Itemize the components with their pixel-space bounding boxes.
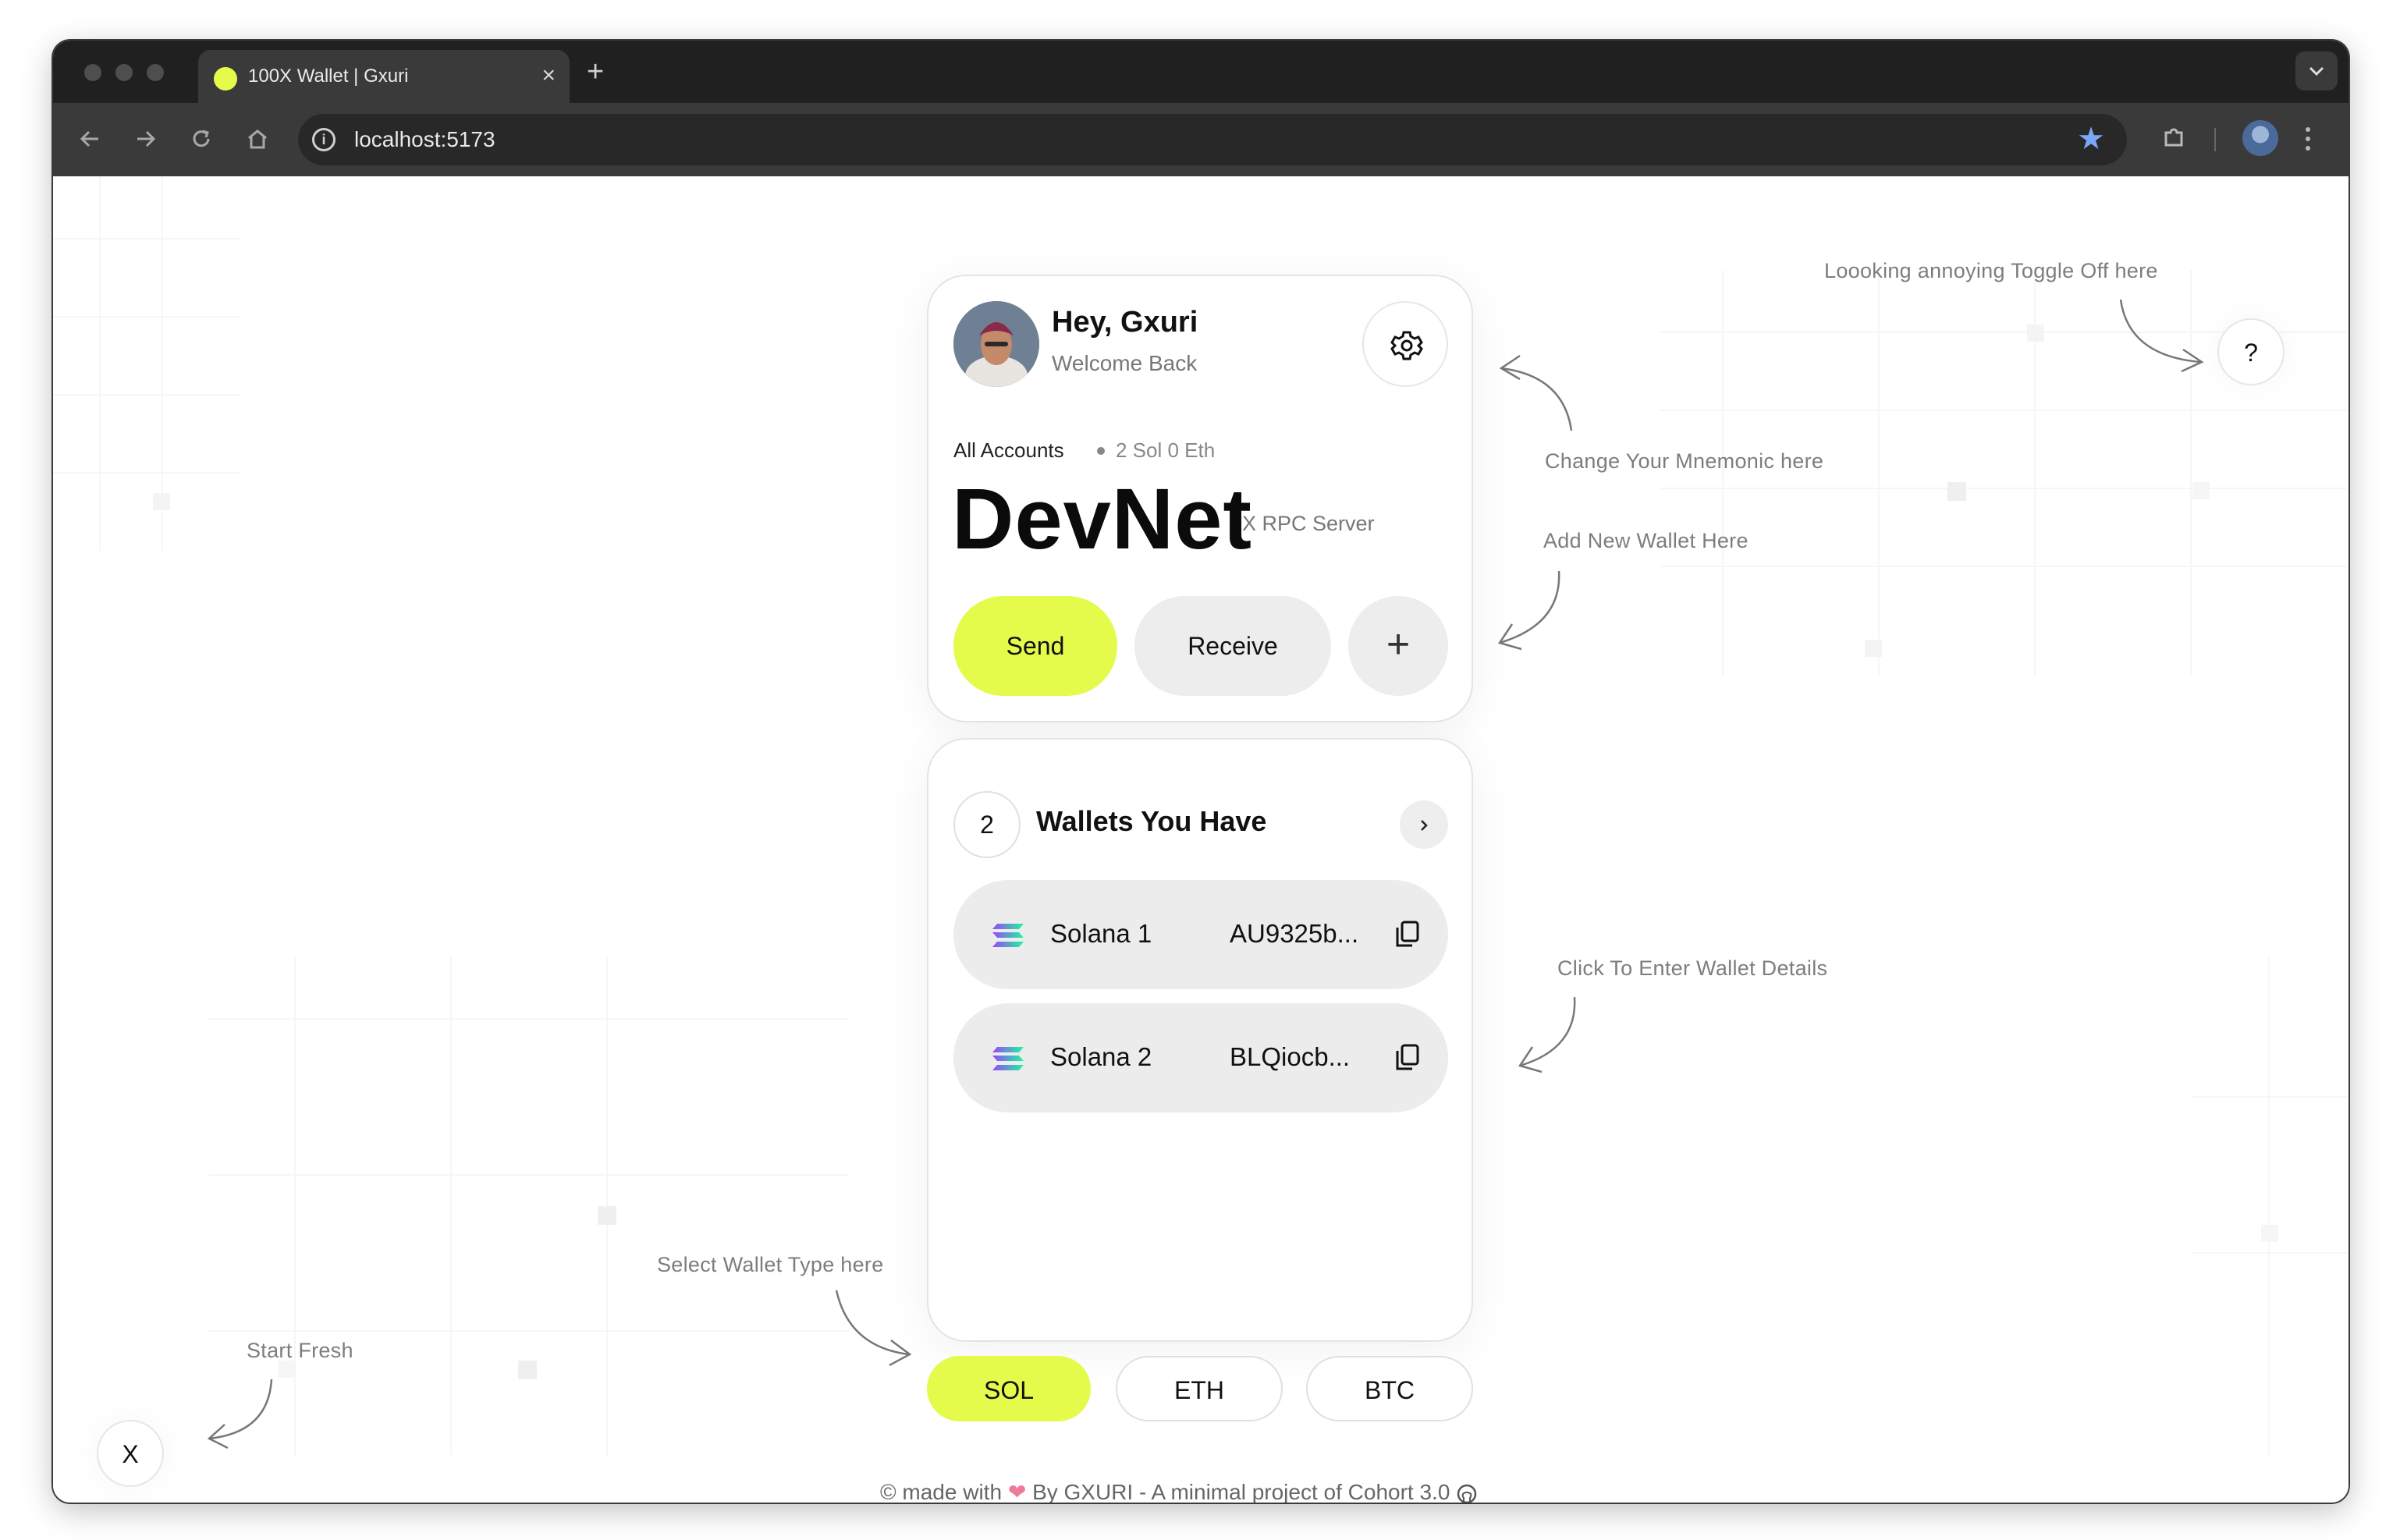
wallet-header-card: Hey, Gxuri Welcome Back All Accounts 2 S… [927, 275, 1473, 722]
gear-icon [1390, 331, 1423, 360]
solana-logo-icon [992, 1047, 1024, 1070]
forward-arrow-icon[interactable] [131, 125, 159, 153]
site-info-icon[interactable]: i [312, 128, 336, 151]
minimize-window-dot[interactable] [115, 64, 133, 81]
browser-toolbar: i localhost:5173 ★ [53, 103, 2349, 176]
chevron-right-icon [1421, 820, 1428, 832]
reload-icon[interactable] [187, 125, 215, 153]
footer: © made with ❤ By GXURI - A minimal proje… [880, 1479, 1478, 1503]
new-tab-button[interactable]: + [587, 56, 604, 87]
network-name: DevNet [952, 471, 1253, 567]
address-bar[interactable]: i localhost:5173 ★ [298, 114, 2127, 165]
tab-search-button[interactable] [2295, 51, 2338, 90]
footer-suffix: - A minimal project of Cohort 3.0 [1139, 1480, 1450, 1503]
footer-author-link[interactable]: GXURI [1064, 1480, 1134, 1503]
chain-button-eth[interactable]: ETH [1116, 1356, 1283, 1421]
user-avatar [953, 301, 1039, 387]
maximize-window-dot[interactable] [147, 64, 164, 81]
footer-prefix: © made with [880, 1480, 1003, 1503]
extensions-icon[interactable] [2160, 123, 2188, 151]
copy-icon[interactable] [1393, 919, 1422, 950]
address-url[interactable]: localhost:5173 [354, 127, 495, 152]
browser-window: 100X Wallet | Gxuri × + i localhost:5173… [53, 41, 2349, 1503]
expand-wallets-button[interactable] [1400, 800, 1448, 849]
background-grid [209, 956, 849, 1456]
hint-start-fresh: Start Fresh [247, 1339, 353, 1362]
receive-button[interactable]: Receive [1134, 596, 1331, 696]
curved-arrow-icon [1499, 354, 1573, 431]
greeting-title: Hey, Gxuri [1052, 306, 1198, 339]
hint-mnemonic: Change Your Mnemonic here [1545, 449, 1824, 473]
wallet-name: Solana 1 [1050, 919, 1152, 948]
solana-logo-icon [992, 924, 1024, 947]
start-fresh-button[interactable]: X [97, 1420, 164, 1487]
tab-close-icon[interactable]: × [541, 62, 556, 89]
chain-button-btc[interactable]: BTC [1306, 1356, 1473, 1421]
accounts-label: All Accounts [953, 438, 1064, 462]
tab-strip: 100X Wallet | Gxuri × + [53, 41, 2349, 103]
background-grid [53, 176, 240, 551]
hint-add-wallet: Add New Wallet Here [1543, 529, 1749, 552]
tab-title: 100X Wallet | Gxuri [248, 66, 409, 87]
bookmark-star-icon[interactable]: ★ [2077, 120, 2105, 158]
send-button[interactable]: Send [953, 596, 1117, 696]
wallet-row[interactable]: Solana 1 AU9325b... [953, 880, 1448, 989]
rpc-server-label: X RPC Server [1242, 512, 1375, 535]
wallets-list-card: 2 Wallets You Have Solana 1 AU9325b... S… [927, 738, 1473, 1342]
footer-by: By [1032, 1480, 1058, 1503]
add-wallet-button[interactable]: + [1348, 596, 1448, 696]
close-window-dot[interactable] [84, 64, 101, 81]
wallet-row[interactable]: Solana 2 BLQiocb... [953, 1003, 1448, 1112]
background-grid [2191, 956, 2347, 1456]
browser-tab[interactable]: 100X Wallet | Gxuri × [198, 50, 570, 103]
curved-arrow-icon [207, 1379, 273, 1450]
back-arrow-icon[interactable] [76, 125, 105, 153]
chain-button-sol[interactable]: SOL [927, 1356, 1091, 1421]
account-balance: 2 Sol 0 Eth [1116, 438, 1216, 462]
more-menu-icon[interactable] [2303, 123, 2313, 154]
wallet-address: BLQiocb... [1230, 1042, 1351, 1071]
separator-dot [1097, 447, 1105, 455]
wallet-address: AU9325b... [1230, 919, 1359, 948]
avatar-image [953, 301, 1039, 387]
welcome-subtitle: Welcome Back [1052, 351, 1198, 375]
curved-arrow-icon [1498, 570, 1560, 651]
settings-button[interactable] [1362, 301, 1448, 387]
copy-icon[interactable] [1393, 1042, 1422, 1073]
favicon-icon [214, 67, 237, 90]
chevron-down-icon [2309, 66, 2324, 76]
heart-icon: ❤ [1007, 1480, 1027, 1503]
hint-wallet-type: Select Wallet Type here [657, 1253, 884, 1276]
curved-arrow-icon [1518, 996, 1576, 1073]
help-toggle-button[interactable]: ? [2217, 318, 2285, 385]
page-content: Hey, Gxuri Welcome Back All Accounts 2 S… [53, 176, 2349, 1503]
wallet-count-badge: 2 [953, 791, 1021, 858]
wallet-name: Solana 2 [1050, 1042, 1152, 1071]
curved-arrow-icon [835, 1290, 912, 1367]
curved-arrow-icon [2119, 299, 2204, 373]
home-icon[interactable] [243, 125, 272, 153]
profile-avatar[interactable] [2242, 120, 2278, 156]
hint-wallet-details: Click To Enter Wallet Details [1557, 956, 1828, 980]
github-icon[interactable] [1456, 1483, 1478, 1503]
toolbar-divider [2214, 128, 2216, 151]
wallets-title: Wallets You Have [1036, 805, 1267, 837]
hint-toggle: Loooking annoying Toggle Off here [1824, 259, 2158, 282]
